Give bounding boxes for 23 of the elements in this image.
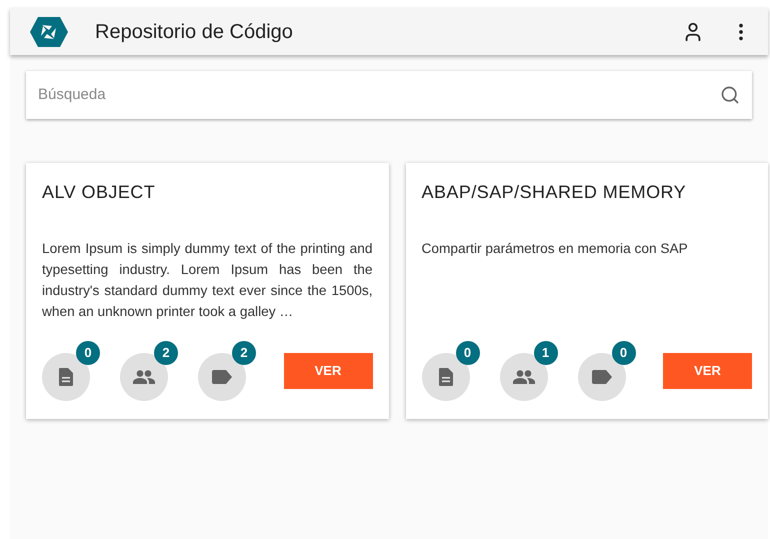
card-description: Compartir parámetros en memoria con SAP xyxy=(422,240,689,258)
people-icon xyxy=(512,370,534,384)
app-title: Repositorio de Código xyxy=(95,20,293,44)
card-title: ABAP/SAP/SHARED MEMORY xyxy=(422,181,688,204)
search-bar[interactable]: Búsqueda xyxy=(26,71,752,119)
count-badge: 0 xyxy=(612,341,636,365)
count-badge: 1 xyxy=(534,341,558,365)
search-icon[interactable] xyxy=(720,85,740,105)
card-description: Lorem Ipsum is simply dummy text of the printing and typesetting industry. Lorem Ipsum has been the industry's standard dummy text ever since the 1500s, when an unknown printer took a galley … xyxy=(42,240,372,321)
document-icon xyxy=(438,368,452,386)
view-button[interactable]: VER xyxy=(663,353,752,389)
count-badge: 0 xyxy=(456,341,480,365)
label-icon xyxy=(592,370,612,384)
logo-icon xyxy=(30,16,68,48)
document-icon xyxy=(59,368,73,386)
search-field[interactable]: Búsqueda xyxy=(38,84,720,106)
count-badge: 0 xyxy=(76,341,100,365)
label-icon xyxy=(212,370,232,384)
count-badge: 2 xyxy=(154,341,178,365)
card-title: ALV OBJECT xyxy=(42,181,156,204)
people-icon xyxy=(133,370,155,384)
view-button[interactable]: VER xyxy=(284,353,372,389)
count-badge: 2 xyxy=(232,341,256,365)
